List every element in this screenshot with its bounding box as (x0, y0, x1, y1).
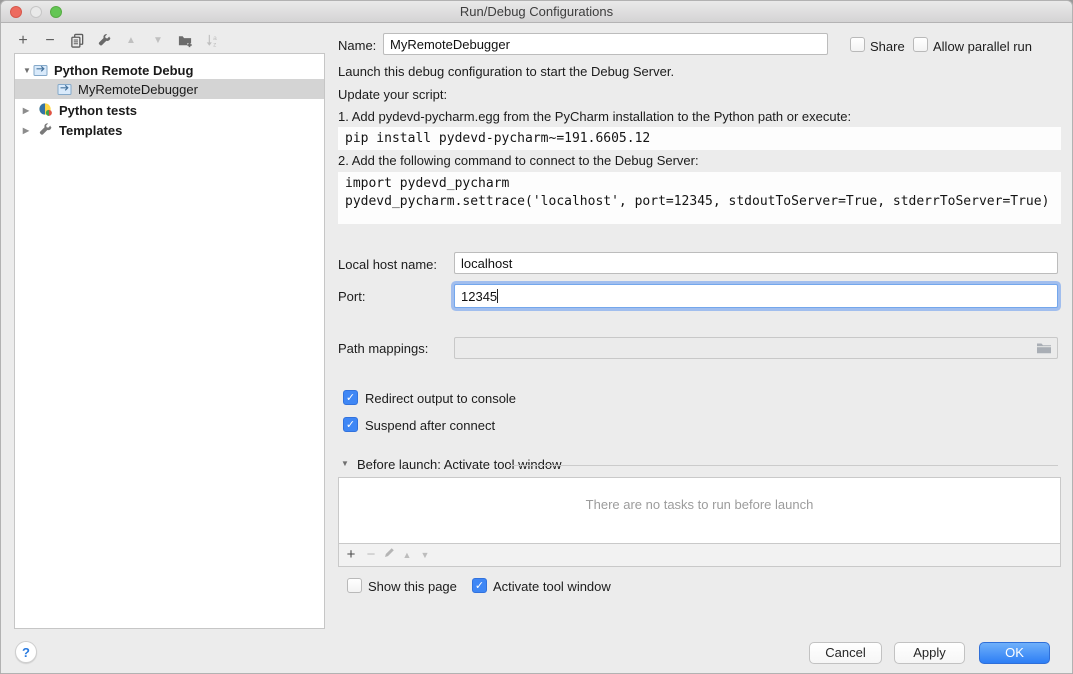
show-this-page-checkbox[interactable] (347, 578, 362, 593)
move-task-down-button[interactable]: ▼ (417, 546, 433, 564)
redirect-output-label[interactable]: Redirect output to console (365, 391, 516, 406)
show-this-page-label[interactable]: Show this page (368, 579, 457, 594)
suspend-after-connect-label[interactable]: Suspend after connect (365, 418, 495, 433)
help-button[interactable]: ? (15, 641, 37, 663)
pip-install-code: pip install pydevd-pycharm~=191.6605.12 (338, 127, 1061, 150)
step2-text: 2. Add the following command to connect … (338, 153, 699, 168)
wrench-icon (97, 33, 112, 48)
check-icon: ✓ (346, 392, 355, 404)
local-host-input[interactable] (454, 252, 1058, 274)
collapse-arrow-icon[interactable]: ▼ (21, 66, 33, 75)
check-icon: ✓ (346, 419, 355, 431)
add-task-button[interactable]: + (343, 546, 359, 564)
activate-tool-window-checkbox[interactable]: ✓ (472, 578, 487, 593)
tree-item-label: Templates (59, 123, 122, 138)
text-caret (497, 289, 498, 303)
move-up-button[interactable]: ▲ (123, 32, 139, 50)
templates-wrench-icon (38, 122, 55, 138)
tree-item-label: Python Remote Debug (54, 63, 193, 78)
title-bar: Run/Debug Configurations (1, 1, 1072, 23)
port-label: Port: (338, 289, 365, 304)
allow-parallel-run-label[interactable]: Allow parallel run (933, 39, 1032, 54)
share-label[interactable]: Share (870, 39, 905, 54)
suspend-after-connect-checkbox[interactable]: ✓ (343, 417, 358, 432)
path-mappings-field[interactable] (454, 337, 1058, 359)
tree-item-templates[interactable]: ▶ Templates (15, 120, 324, 140)
python-tests-icon (38, 102, 55, 118)
move-task-up-button[interactable]: ▲ (399, 546, 415, 564)
expand-arrow-icon[interactable]: ▶ (20, 106, 32, 115)
copy-configuration-button[interactable] (69, 32, 85, 50)
allow-parallel-run-checkbox[interactable] (913, 37, 928, 52)
expand-arrow-icon[interactable]: ▶ (20, 126, 32, 135)
update-script-text: Update your script: (338, 87, 447, 102)
tree-item-label: MyRemoteDebugger (78, 82, 198, 97)
remove-task-button[interactable]: − (363, 546, 379, 564)
sort-az-icon: az (205, 33, 220, 48)
before-launch-tasks-list[interactable]: There are no tasks to run before launch (338, 477, 1061, 544)
code-line-1: import pydevd_pycharm (345, 176, 509, 191)
cancel-button[interactable]: Cancel (809, 642, 882, 664)
before-launch-collapse-icon[interactable]: ▼ (341, 459, 349, 468)
tree-item-python-remote-debug[interactable]: ▼ Python Remote Debug (15, 60, 324, 80)
create-folder-button[interactable] (177, 32, 193, 50)
configurations-toolbar: + − ▲ ▼ az (15, 31, 231, 51)
tree-item-python-tests[interactable]: ▶ Python tests (15, 100, 324, 120)
section-divider (509, 465, 1058, 466)
move-down-button[interactable]: ▼ (150, 32, 166, 50)
copy-icon (70, 33, 85, 48)
tasks-toolbar: + − ▲ ▼ (338, 544, 1061, 567)
intro-text: Launch this debug configuration to start… (338, 64, 674, 79)
remote-debug-config-icon (33, 62, 50, 78)
minus-icon: − (45, 32, 54, 49)
sort-configurations-button[interactable]: az (204, 32, 220, 50)
ok-button[interactable]: OK (979, 642, 1050, 664)
no-tasks-message: There are no tasks to run before launch (339, 497, 1060, 512)
arrow-up-icon: ▲ (403, 550, 412, 560)
pencil-icon (383, 546, 396, 559)
name-input[interactable] (383, 33, 828, 55)
remote-debug-config-icon (57, 81, 74, 97)
tree-item-label: Python tests (59, 103, 137, 118)
svg-text:z: z (213, 42, 216, 48)
check-icon: ✓ (475, 580, 484, 592)
port-input[interactable] (454, 284, 1058, 308)
local-host-label: Local host name: (338, 257, 437, 272)
new-folder-icon (177, 33, 193, 48)
configurations-tree: ▼ Python Remote Debug MyRemoteDebugger ▶… (14, 53, 325, 629)
edit-task-button[interactable] (381, 546, 397, 564)
add-configuration-button[interactable]: + (15, 32, 31, 50)
step1-text: 1. Add pydevd-pycharm.egg from the PyCha… (338, 109, 851, 124)
window-title: Run/Debug Configurations (1, 1, 1072, 23)
svg-text:a: a (213, 35, 217, 42)
redirect-output-checkbox[interactable]: ✓ (343, 390, 358, 405)
arrow-down-icon: ▼ (153, 35, 163, 46)
share-checkbox[interactable] (850, 37, 865, 52)
code-line-2: pydevd_pycharm.settrace('localhost', por… (345, 194, 1049, 209)
arrow-down-icon: ▼ (421, 550, 430, 560)
edit-templates-button[interactable] (96, 32, 112, 50)
activate-tool-window-label[interactable]: Activate tool window (493, 579, 611, 594)
plus-icon: + (18, 32, 27, 49)
browse-folder-icon[interactable] (1036, 341, 1052, 358)
plus-icon: + (347, 546, 356, 563)
minus-icon: − (367, 546, 376, 563)
question-icon: ? (22, 645, 30, 660)
remove-configuration-button[interactable]: − (42, 32, 58, 50)
path-mappings-label: Path mappings: (338, 341, 428, 356)
arrow-up-icon: ▲ (126, 35, 136, 46)
apply-button[interactable]: Apply (894, 642, 965, 664)
name-label: Name: (338, 38, 376, 53)
settrace-code: import pydevd_pycharm pydevd_pycharm.sett… (338, 172, 1061, 224)
tree-item-myremotedebugger[interactable]: MyRemoteDebugger (15, 79, 324, 99)
run-debug-configurations-dialog: Run/Debug Configurations + − ▲ ▼ az ▼ Py… (0, 0, 1073, 674)
